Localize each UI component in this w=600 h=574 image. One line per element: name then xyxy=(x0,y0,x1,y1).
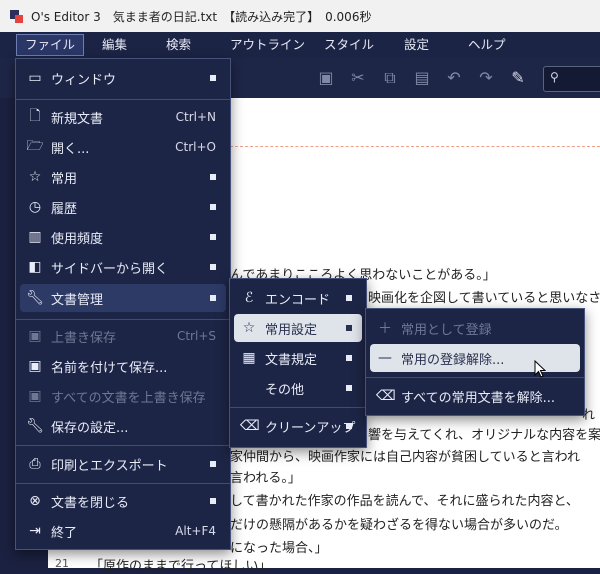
menu-item-history[interactable]: ◷ 履歴 xyxy=(20,193,226,221)
paste-icon[interactable]: ▤ xyxy=(413,69,431,87)
minus-icon: — xyxy=(378,350,392,366)
plus-icon: ＋ xyxy=(378,321,392,337)
print-export-icon: ⎙ xyxy=(29,456,41,472)
submenu-arrow xyxy=(210,174,216,180)
submenu-arrow xyxy=(210,461,216,467)
menu-item-document-rules[interactable]: ▦ 文書規定 xyxy=(234,344,362,372)
menu-item-register-favorite[interactable]: ＋ 常用として登録 xyxy=(370,314,580,342)
close-circle-icon: ⊗ xyxy=(29,493,41,509)
window-icon: ▭ xyxy=(28,70,42,86)
submenu-arrow xyxy=(210,498,216,504)
menu-item-unregister-all-favorites[interactable]: ⌫ すべての常用文書を解除... xyxy=(370,382,580,410)
editor-line: 映画化を企図して書いていると思いなさ xyxy=(368,291,600,306)
favorite-settings-submenu: ＋ 常用として登録 — 常用の登録解除... ⌫ すべての常用文書を解除... xyxy=(365,308,585,416)
star-icon: ☆ xyxy=(242,320,256,336)
document-rule-icon: ▦ xyxy=(242,350,256,366)
title-bar: O's Editor 3 気まま者の日記.txt 【読み込み完了】 0.006秒 xyxy=(0,0,600,32)
new-document-icon: 🗋 xyxy=(29,108,41,124)
copy-icon[interactable]: ⧉ xyxy=(381,69,399,87)
undo-icon[interactable]: ↶ xyxy=(445,69,463,87)
menu-style[interactable]: スタイル xyxy=(316,34,382,56)
save-icon[interactable]: ▣ xyxy=(317,69,335,87)
mouse-cursor-icon xyxy=(534,360,546,378)
wrench-icon: 🔧︎ xyxy=(26,290,44,306)
menu-file[interactable]: ファイル xyxy=(16,34,85,56)
menu-separator xyxy=(16,319,230,320)
menu-settings[interactable]: 設定 xyxy=(396,34,437,56)
wrench-icon: 🔧︎ xyxy=(26,418,44,434)
menu-item-document-management[interactable]: 🔧︎ 文書管理 xyxy=(20,284,226,312)
file-menu: ▭ ウィンドウ 🗋 新規文書 Ctrl+N 🗁 開く... Ctrl+O ☆ 常… xyxy=(15,58,231,550)
menu-search[interactable]: 検索 xyxy=(158,34,199,56)
submenu-arrow xyxy=(346,423,352,429)
menu-item-save-all[interactable]: ▣ すべての文書を上書き保存 xyxy=(20,382,226,410)
menu-item-other[interactable]: その他 xyxy=(234,374,362,402)
menu-item-usage-frequency[interactable]: ▥ 使用頻度 xyxy=(20,223,226,251)
submenu-arrow xyxy=(210,234,216,240)
menu-item-close-document[interactable]: ⊗ 文書を閉じる xyxy=(20,487,226,515)
menu-separator xyxy=(16,483,230,484)
sidebar-icon: ◧ xyxy=(28,259,42,275)
menu-item-favorite-settings[interactable]: ☆ 常用設定 xyxy=(234,314,362,342)
editor-line: になった場合、」 xyxy=(230,541,328,556)
menu-item-open-from-sidebar[interactable]: ◧ サイドバーから開く xyxy=(20,253,226,281)
submenu-arrow xyxy=(346,295,352,301)
redo-icon[interactable]: ↷ xyxy=(477,69,495,87)
save-all-icon: ▣ xyxy=(28,388,42,404)
star-icon: ☆ xyxy=(28,169,42,185)
menu-item-new-document[interactable]: 🗋 新規文書 Ctrl+N xyxy=(20,103,226,131)
menu-help[interactable]: ヘルプ xyxy=(460,34,514,56)
submenu-arrow xyxy=(210,75,216,81)
menu-outline[interactable]: アウトライン xyxy=(222,34,313,56)
app-logo-icon xyxy=(10,9,23,23)
line-number: 21 xyxy=(55,557,69,570)
editor-line: 家仲間から、映画作家には自己内容が貧困していると言われ xyxy=(230,450,580,465)
menu-separator xyxy=(230,407,366,408)
eraser-icon: ⌫ xyxy=(376,388,396,404)
submenu-arrow xyxy=(346,385,352,391)
menu-item-unregister-favorite[interactable]: — 常用の登録解除... xyxy=(370,344,580,372)
submenu-arrow xyxy=(210,204,216,210)
clock-icon: ◷ xyxy=(28,199,42,215)
menu-separator xyxy=(366,377,584,378)
search-icon: ⚲ xyxy=(550,70,559,84)
submenu-arrow xyxy=(210,295,216,301)
encoding-icon: ℰ xyxy=(244,290,254,306)
menu-item-print-export[interactable]: ⎙ 印刷とエクスポート xyxy=(20,450,226,478)
editor-line: 響を与えてくれ、オリジナルな内容を案 xyxy=(368,428,600,443)
submenu-arrow xyxy=(210,264,216,270)
pen-spark-icon[interactable]: ✎ xyxy=(509,69,527,87)
exit-icon: ⇥ xyxy=(29,523,41,539)
submenu-arrow xyxy=(346,355,352,361)
folder-open-icon: 🗁 xyxy=(26,138,44,154)
editor-line: 言われる。」 xyxy=(230,471,301,486)
menu-item-exit[interactable]: ⇥ 終了 Alt+F4 xyxy=(20,517,226,545)
submenu-arrow xyxy=(346,325,352,331)
search-input[interactable]: ⚲ xyxy=(543,66,600,92)
editor-line: 「原作のままで行ってほしい」 xyxy=(90,559,272,574)
menu-item-encode[interactable]: ℰ エンコード xyxy=(234,284,362,312)
menu-separator xyxy=(16,445,230,446)
library-icon: ▥ xyxy=(28,229,42,245)
menu-item-cleanup[interactable]: ⌫ クリーンアップ xyxy=(234,412,362,440)
save-icon: ▣ xyxy=(28,328,42,344)
menu-separator xyxy=(16,99,230,100)
menu-item-save[interactable]: ▣ 上書き保存 Ctrl+S xyxy=(20,322,226,350)
menu-item-save-settings[interactable]: 🔧︎ 保存の設定... xyxy=(20,412,226,440)
menu-edit[interactable]: 編集 xyxy=(94,34,135,56)
menu-item-favorites[interactable]: ☆ 常用 xyxy=(20,163,226,191)
editor-line: して書かれた作家の作品を読んで、それに盛られた内容と、 xyxy=(230,494,579,509)
eraser-icon: ⌫ xyxy=(240,418,260,434)
save-as-icon: ▣ xyxy=(28,358,42,374)
window-title: O's Editor 3 気まま者の日記.txt 【読み込み完了】 0.006秒 xyxy=(31,9,372,24)
menu-bar: ファイル 編集 検索 アウトライン スタイル 設定 ヘルプ xyxy=(0,32,600,58)
margin-guide xyxy=(230,146,600,147)
editor-line: だけの懸隔があるかを疑わざるを得ない場合が多いのだ。 xyxy=(230,518,568,533)
menu-item-window[interactable]: ▭ ウィンドウ xyxy=(20,64,226,92)
cut-icon[interactable]: ✂ xyxy=(349,69,367,87)
menu-item-save-as[interactable]: ▣ 名前を付けて保存... xyxy=(20,352,226,380)
document-management-submenu: ℰ エンコード ☆ 常用設定 ▦ 文書規定 その他 ⌫ クリーンアップ xyxy=(229,278,367,448)
menu-item-open[interactable]: 🗁 開く... Ctrl+O xyxy=(20,133,226,161)
